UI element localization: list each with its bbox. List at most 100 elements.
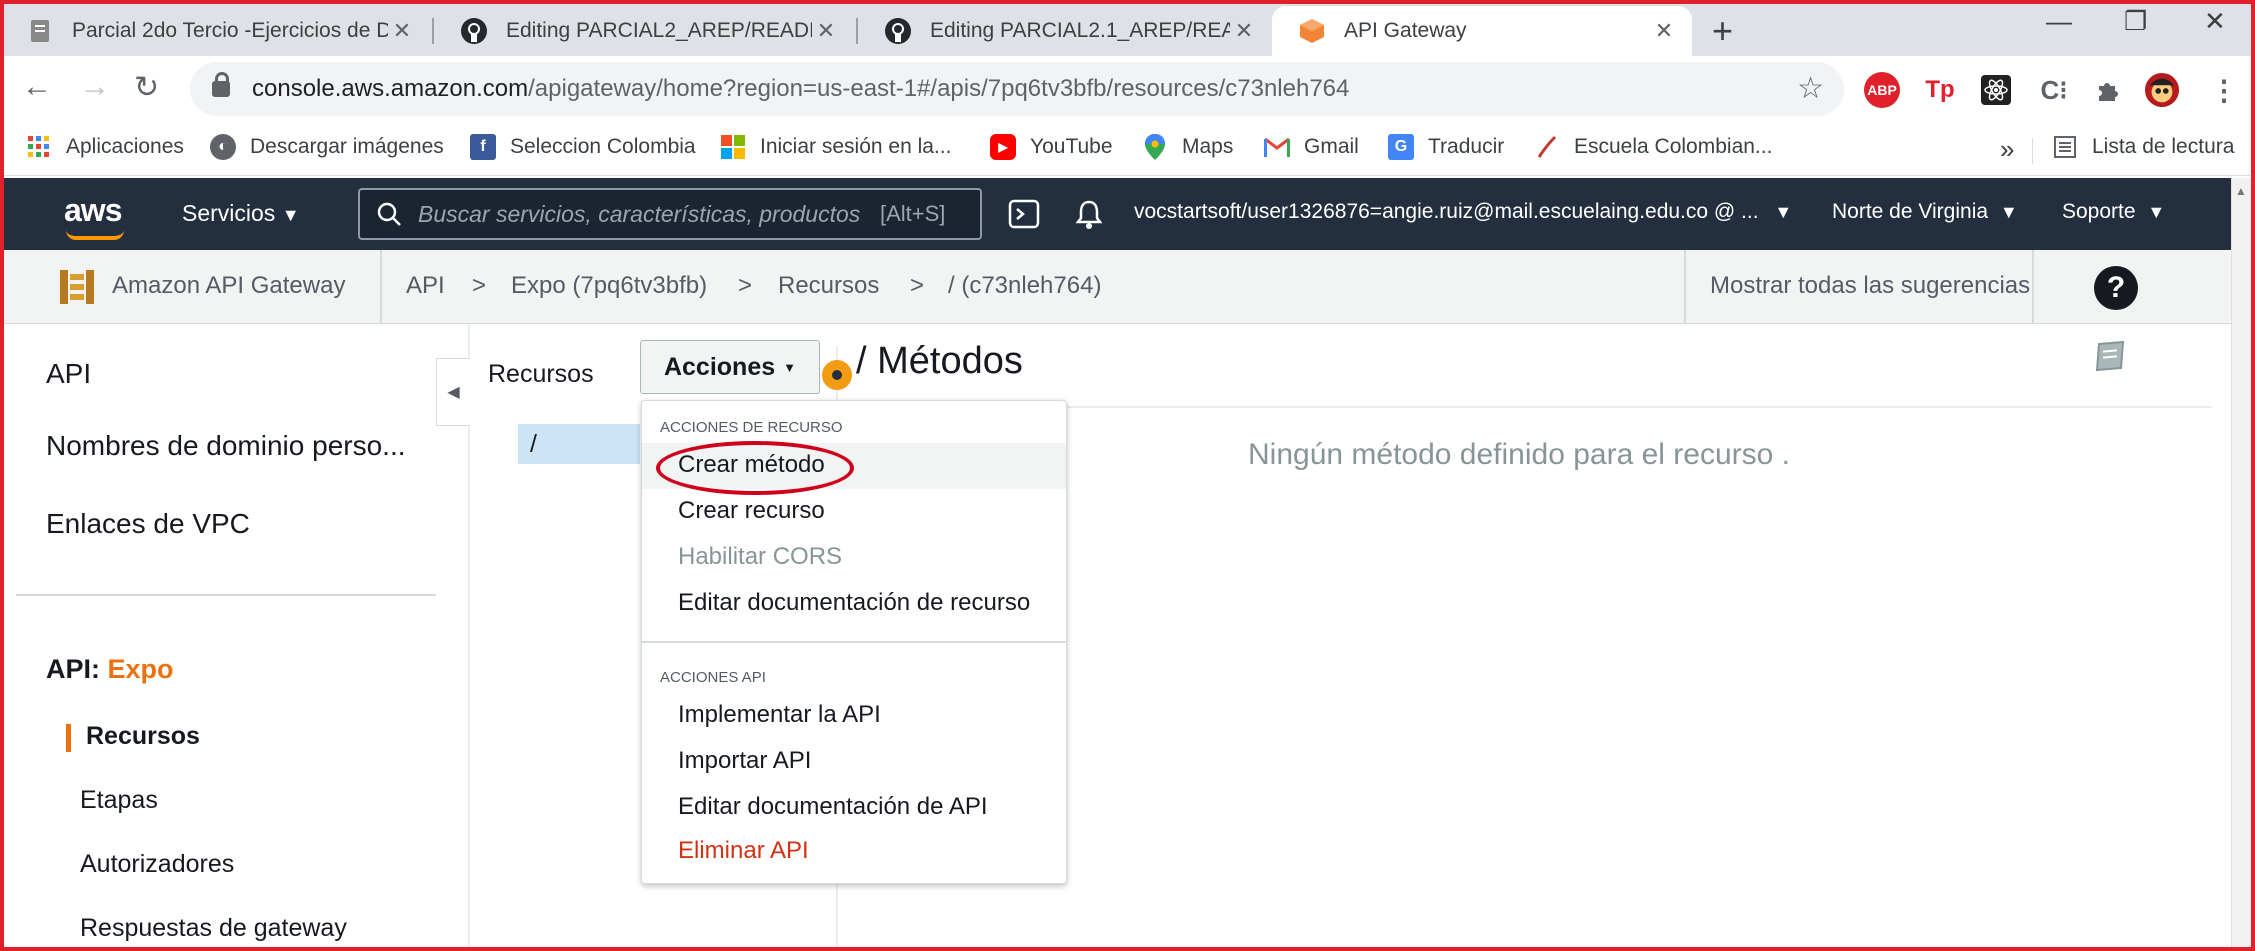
- sidebar-item-api[interactable]: API: [46, 358, 91, 390]
- menu-item-enable-cors[interactable]: Habilitar CORS: [678, 543, 842, 571]
- bookmark-item[interactable]: ▶ YouTube: [990, 134, 1113, 160]
- cloudshell-icon[interactable]: [1008, 198, 1040, 235]
- bookmarks-overflow-icon[interactable]: »: [2000, 134, 2014, 165]
- menu-item-import-api[interactable]: Importar API: [678, 747, 811, 775]
- bookmark-item[interactable]: G Traducir: [1388, 134, 1504, 160]
- menu-item-edit-api-docs[interactable]: Editar documentación de API: [678, 793, 988, 821]
- caret-down-icon: ▼: [1999, 202, 2018, 222]
- menu-item-deploy-api[interactable]: Implementar la API: [678, 701, 881, 729]
- bookmark-item[interactable]: Aplicaciones: [26, 134, 184, 160]
- menu-item-delete-api[interactable]: Eliminar API: [678, 837, 809, 865]
- menu-item-create-resource[interactable]: Crear recurso: [678, 497, 825, 525]
- sidebar-item-autorizadores[interactable]: Autorizadores: [80, 850, 234, 879]
- show-tips-link[interactable]: Mostrar todas las sugerencias: [1710, 272, 2030, 300]
- resource-node-icon: [822, 360, 852, 390]
- search-shortcut: [Alt+S]: [880, 201, 946, 226]
- close-tab-icon[interactable]: ✕: [1650, 18, 1678, 44]
- api-prefix: API:: [46, 654, 100, 684]
- resource-tree-root[interactable]: /: [518, 424, 640, 464]
- microsoft-icon: [720, 134, 746, 160]
- sidebar-item-recursos[interactable]: Recursos: [86, 722, 200, 751]
- breadcrumb-separator: >: [472, 272, 487, 299]
- restore-icon[interactable]: ❐: [2124, 6, 2147, 37]
- help-icon[interactable]: ?: [2094, 266, 2138, 310]
- react-devtools-icon[interactable]: [1978, 72, 2014, 108]
- caret-down-icon: ▼: [1774, 202, 1793, 222]
- reading-list-button[interactable]: Lista de lectura: [2052, 134, 2234, 160]
- api-actions-header: ACCIONES API: [660, 669, 766, 686]
- browser-tab-active[interactable]: API Gateway ✕: [1272, 6, 1692, 56]
- address-bar[interactable]: console.aws.amazon.com/apigateway/home?r…: [190, 62, 1844, 116]
- service-name[interactable]: Amazon API Gateway: [112, 272, 345, 300]
- bookmark-item[interactable]: Escuela Colombian...: [1534, 134, 1772, 160]
- browser-tab-strip: Parcial 2do Tercio -Ejercicios de D ✕ Ed…: [0, 0, 2255, 56]
- api-gateway-service-icon: [56, 264, 98, 315]
- bookmark-item[interactable]: f Seleccion Colombia: [470, 134, 696, 160]
- documentation-book-icon[interactable]: [2093, 340, 2129, 374]
- collapse-sidebar-icon[interactable]: ◀: [436, 358, 470, 426]
- sidebar-item-etapas[interactable]: Etapas: [80, 786, 158, 815]
- region-menu[interactable]: Norte de Virginia ▼: [1832, 200, 2018, 224]
- menu-item-edit-resource-docs[interactable]: Editar documentación de recurso: [678, 589, 1030, 617]
- actions-dropdown-button[interactable]: Acciones ▼: [640, 340, 820, 394]
- tp-extension-icon[interactable]: Tp: [1922, 72, 1958, 108]
- forward-icon[interactable]: →: [80, 70, 110, 104]
- bookmark-item[interactable]: ◐ Descargar imágenes: [210, 134, 444, 160]
- tab-title: API Gateway: [1344, 19, 1467, 42]
- aws-cube-icon: [1298, 17, 1326, 45]
- browser-tab[interactable]: Editing PARCIAL2.1_AREP/READM ✕: [858, 6, 1272, 56]
- sidebar-item-domain-names[interactable]: Nombres de dominio perso...: [46, 430, 406, 462]
- reload-icon[interactable]: ↻: [134, 70, 159, 105]
- tab-title: Parcial 2do Tercio -Ejercicios de D: [72, 19, 388, 42]
- extensions-puzzle-icon[interactable]: [2090, 72, 2126, 108]
- new-tab-icon[interactable]: +: [1712, 10, 1733, 52]
- aws-search-input[interactable]: Buscar servicios, características, produ…: [358, 188, 982, 240]
- bookmark-label: Maps: [1182, 135, 1234, 158]
- minimize-icon[interactable]: —: [2046, 6, 2072, 37]
- breadcrumb-item-expo[interactable]: Expo (7pq6tv3bfb): [511, 272, 707, 300]
- page-scrollbar[interactable]: [2231, 178, 2251, 951]
- bookmark-label: YouTube: [1030, 135, 1113, 158]
- close-window-icon[interactable]: ✕: [2204, 6, 2226, 37]
- breadcrumb-item-api[interactable]: API: [406, 272, 445, 300]
- account-menu[interactable]: vocstartsoft/user1326876=angie.ruiz@mail…: [1134, 200, 1792, 224]
- aws-logo[interactable]: aws: [64, 192, 122, 229]
- adblock-icon[interactable]: ABP: [1864, 72, 1900, 108]
- bookmark-item[interactable]: Maps: [1142, 134, 1233, 160]
- breadcrumb-item-recursos[interactable]: Recursos: [778, 272, 879, 300]
- bookmark-label: Escuela Colombian...: [1574, 135, 1773, 158]
- bookmark-label: Gmail: [1304, 135, 1359, 158]
- github-icon: [460, 17, 488, 45]
- close-tab-icon[interactable]: ✕: [1230, 18, 1258, 44]
- reading-list-icon: [2052, 134, 2078, 160]
- scroll-up-icon[interactable]: ▲: [2235, 184, 2247, 198]
- reading-list-label: Lista de lectura: [2092, 135, 2235, 158]
- back-icon[interactable]: ←: [22, 70, 52, 104]
- api-name[interactable]: Expo: [108, 654, 174, 684]
- bookmark-label: Seleccion Colombia: [510, 135, 696, 158]
- bookmarks-divider: [2032, 138, 2033, 164]
- close-tab-icon[interactable]: ✕: [812, 18, 840, 44]
- support-menu[interactable]: Soporte ▼: [2062, 200, 2165, 224]
- services-menu[interactable]: Servicios ▼: [182, 200, 300, 227]
- browser-tab[interactable]: Editing PARCIAL2_AREP/README ✕: [434, 6, 854, 56]
- notifications-bell-icon[interactable]: [1074, 198, 1104, 235]
- close-tab-icon[interactable]: ✕: [388, 18, 416, 44]
- sidebar-item-gateway-responses[interactable]: Respuestas de gateway: [80, 914, 347, 943]
- search-placeholder: Buscar servicios, características, produ…: [418, 200, 860, 227]
- colorzilla-icon[interactable]: C⁝: [2036, 72, 2072, 108]
- sidebar-api-heading: API: Expo: [46, 654, 174, 685]
- profile-avatar-icon[interactable]: [2144, 72, 2180, 108]
- bookmark-item[interactable]: Iniciar sesión en la...: [720, 134, 951, 160]
- bookmark-item[interactable]: Gmail: [1264, 134, 1359, 160]
- sidebar-item-vpc-links[interactable]: Enlaces de VPC: [46, 508, 250, 540]
- actions-dropdown-menu: ACCIONES DE RECURSO Crear método Crear r…: [641, 400, 1067, 884]
- youtube-icon: ▶: [990, 134, 1016, 160]
- caret-down-icon: ▼: [281, 205, 300, 225]
- chrome-menu-icon[interactable]: ⋮: [2206, 72, 2242, 108]
- bookmark-star-icon[interactable]: ☆: [1797, 71, 1824, 106]
- resource-actions-header: ACCIONES DE RECURSO: [660, 419, 843, 436]
- document-icon: [26, 17, 54, 45]
- browser-tab[interactable]: Parcial 2do Tercio -Ejercicios de D ✕: [0, 6, 430, 56]
- search-icon: [377, 202, 401, 226]
